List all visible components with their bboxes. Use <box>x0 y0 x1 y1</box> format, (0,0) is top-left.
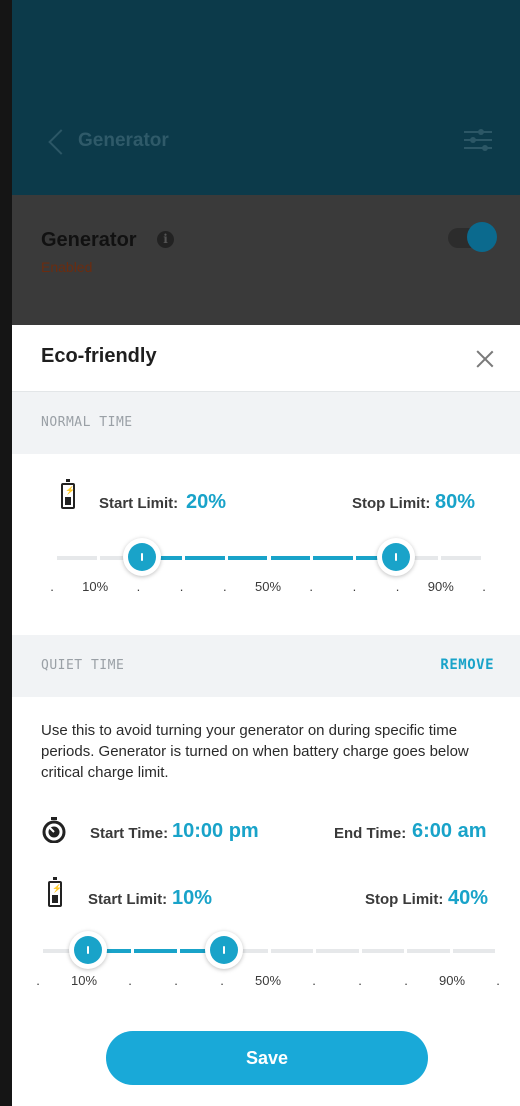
quiet-stop-limit-label: Stop Limit: <box>365 891 444 908</box>
stopwatch-icon <box>42 817 66 843</box>
scale-tick-label: . <box>50 579 54 594</box>
save-button[interactable]: Save <box>106 1031 428 1085</box>
slider-track[interactable] <box>57 556 481 560</box>
scale-tick-label: . <box>395 579 400 594</box>
scale-tick-label: . <box>309 579 313 594</box>
battery-icon: ⚡ <box>61 479 75 509</box>
slider-segment <box>313 556 353 560</box>
top-bar: Generator <box>12 0 520 195</box>
normal-stop-limit-label: Stop Limit: <box>352 495 431 512</box>
slider-stop-handle[interactable] <box>204 931 243 969</box>
quiet-time-section: QUIET TIME REMOVE <box>12 635 520 697</box>
slider-segment <box>407 949 450 953</box>
scale-tick-label: 10% <box>82 579 109 594</box>
close-icon[interactable] <box>475 349 495 369</box>
scale-tick-label: 10% <box>70 973 98 988</box>
normal-time-section: NORMAL TIME <box>12 392 520 454</box>
start-time-value[interactable]: 10:00 pm <box>172 820 259 843</box>
slider-segment <box>57 556 97 560</box>
slider-track[interactable] <box>43 949 495 953</box>
quiet-start-limit-value: 10% <box>172 887 213 909</box>
scale-tick-label: . <box>358 973 362 988</box>
start-time-label: Start Time: <box>90 825 169 842</box>
scale-tick-label: . <box>174 973 178 988</box>
scale-tick-label: . <box>136 579 141 594</box>
normal-start-limit-label: Start Limit: <box>99 495 179 512</box>
eco-friendly-sheet: Eco-friendly NORMAL TIME ⚡ Start Limit: … <box>12 325 520 1106</box>
slider-segment <box>361 949 404 953</box>
app: Generator Generator i Enabled Eco-friend… <box>12 0 520 1106</box>
normal-time-scale: . 10%... 50%... 90%. <box>50 579 486 595</box>
scale-tick-label: . <box>496 973 500 988</box>
quiet-time-label: QUIET TIME <box>41 658 125 673</box>
scale-tick-label: . <box>128 973 132 988</box>
sheet-title: Eco-friendly <box>41 345 157 367</box>
remove-quiet-time-button[interactable]: REMOVE <box>440 657 494 673</box>
slider-segment <box>270 949 313 953</box>
sheet-header: Eco-friendly <box>12 325 520 392</box>
slider-segment <box>452 949 495 953</box>
generator-title: Generator <box>41 229 137 251</box>
quiet-start-limit-label: Start Limit: <box>88 891 168 908</box>
scale-tick-label: 90% <box>427 579 454 594</box>
page-title: Generator <box>78 130 169 151</box>
scale-tick-label: . <box>179 579 184 594</box>
slider-stop-handle[interactable] <box>377 538 416 576</box>
slider-start-handle[interactable] <box>69 931 108 969</box>
slider-start-handle[interactable] <box>122 538 161 576</box>
slider-segment <box>270 556 311 560</box>
generator-status: Enabled <box>41 259 93 275</box>
slider-segment <box>185 556 225 560</box>
scale-tick-label: . <box>404 973 408 988</box>
scale-tick-label: . <box>222 579 227 594</box>
quiet-time-range-slider[interactable] <box>43 931 495 971</box>
scale-tick-label: . <box>312 973 316 988</box>
normal-time-label: NORMAL TIME <box>41 415 133 430</box>
scale-tick-label: . <box>220 973 224 988</box>
scale-tick-label: 50% <box>254 579 282 594</box>
filter-sliders-icon[interactable] <box>464 128 492 152</box>
normal-stop-limit-value: 80% <box>435 491 476 513</box>
slider-segment <box>316 949 359 953</box>
quiet-time-description: Use this to avoid turning your generator… <box>41 722 469 781</box>
scale-tick-label: . <box>36 973 40 988</box>
slider-segment <box>134 949 177 953</box>
generator-toggle-knob[interactable] <box>467 222 497 252</box>
window-edge <box>0 0 12 1106</box>
back-chevron-icon[interactable] <box>48 129 74 155</box>
normal-time-range-slider[interactable] <box>57 538 481 578</box>
slider-segment <box>441 556 481 560</box>
normal-start-limit-value: 20% <box>186 491 227 513</box>
slider-segment <box>227 556 268 560</box>
quiet-time-scale: . 10%... 50%... 90%. <box>36 973 500 989</box>
info-icon[interactable]: i <box>157 231 174 248</box>
scale-tick-label: . <box>352 579 357 594</box>
scale-tick-label: 90% <box>438 973 466 988</box>
end-time-value[interactable]: 6:00 am <box>412 820 487 843</box>
quiet-stop-limit-value: 40% <box>448 887 489 909</box>
scale-tick-label: . <box>482 579 486 594</box>
battery-icon: ⚡ <box>48 877 62 907</box>
scale-tick-label: 50% <box>254 973 282 988</box>
end-time-label: End Time: <box>334 825 407 842</box>
